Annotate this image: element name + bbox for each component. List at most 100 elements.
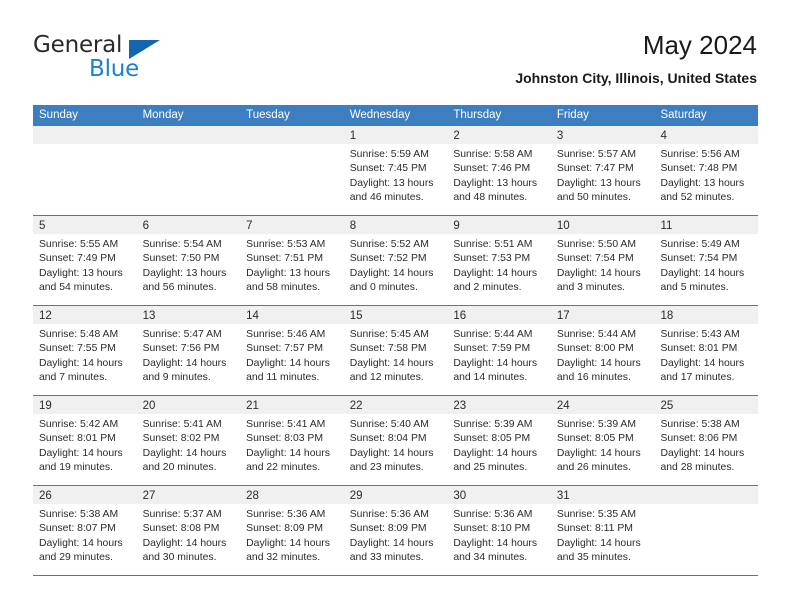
calendar-day-cell[interactable]: 19 Sunrise: 5:42 AM Sunset: 8:01 PM Dayligh… <box>33 396 137 485</box>
calendar-day-cell[interactable]: 24 Sunrise: 5:39 AM Sunset: 8:05 PM Dayligh… <box>550 396 655 485</box>
calendar-day-cell[interactable]: 12 Sunrise: 5:48 AM Sunset: 7:55 PM Dayligh… <box>33 306 137 395</box>
calendar-day-cell[interactable]: 15 Sunrise: 5:45 AM Sunset: 7:58 PM Dayligh… <box>343 306 448 395</box>
daylight-text: Daylight: 14 hours and 11 minutes. <box>246 357 330 383</box>
sunset-text: Sunset: 7:51 PM <box>246 253 323 265</box>
day-number-band: 3 <box>550 126 655 144</box>
calendar-day-cell[interactable]: 8 Sunrise: 5:52 AM Sunset: 7:52 PM Daylight… <box>343 216 448 305</box>
calendar-day-cell[interactable]: 31 Sunrise: 5:35 AM Sunset: 8:11 PM Dayligh… <box>550 486 655 575</box>
calendar-day-cell[interactable]: 22 Sunrise: 5:40 AM Sunset: 8:04 PM Dayligh… <box>343 396 448 485</box>
sunrise-text: Sunrise: 5:45 AM <box>349 329 429 340</box>
daylight-text: Daylight: 14 hours and 16 minutes. <box>556 357 641 383</box>
calendar-day-cell[interactable]: 20 Sunrise: 5:41 AM Sunset: 8:02 PM Dayligh… <box>136 396 241 485</box>
sunrise-text: Sunrise: 5:56 AM <box>660 149 740 160</box>
sunset-text: Sunset: 8:05 PM <box>556 433 634 445</box>
sunrise-text: Sunrise: 5:44 AM <box>556 329 637 340</box>
day-number: 7 <box>246 220 253 232</box>
day-number-band: 26 <box>33 486 137 504</box>
calendar-day-cell[interactable]: 7 Sunrise: 5:53 AM Sunset: 7:51 PM Daylight… <box>240 216 344 305</box>
daylight-text: Daylight: 13 hours and 52 minutes. <box>660 177 745 203</box>
day-details: Sunrise: 5:49 AM Sunset: 7:54 PM Daylight:… <box>654 234 758 301</box>
calendar-day-cell[interactable]: 29 Sunrise: 5:36 AM Sunset: 8:09 PM Dayligh… <box>343 486 448 575</box>
sunset-text: Sunset: 8:09 PM <box>246 523 323 535</box>
calendar-day-cell[interactable]: 16 Sunrise: 5:44 AM Sunset: 7:59 PM Dayligh… <box>447 306 551 395</box>
sunrise-text: Sunrise: 5:41 AM <box>246 419 326 430</box>
calendar-day-cell[interactable]: 17 Sunrise: 5:44 AM Sunset: 8:00 PM Dayligh… <box>550 306 655 395</box>
sunset-text: Sunset: 7:58 PM <box>349 343 427 355</box>
calendar-day-cell-empty <box>240 126 344 215</box>
calendar-day-cell[interactable]: 30 Sunrise: 5:36 AM Sunset: 8:10 PM Dayligh… <box>447 486 551 575</box>
sunset-text: Sunset: 7:59 PM <box>453 343 531 355</box>
day-details <box>137 144 241 154</box>
daylight-text: Daylight: 13 hours and 48 minutes. <box>453 177 538 203</box>
calendar-day-cell[interactable]: 9 Sunrise: 5:51 AM Sunset: 7:53 PM Daylight… <box>447 216 551 305</box>
calendar-day-cell[interactable]: 4 Sunrise: 5:56 AM Sunset: 7:48 PM Daylight… <box>654 126 759 215</box>
day-number: 2 <box>453 130 460 142</box>
daylight-text: Daylight: 14 hours and 9 minutes. <box>142 357 227 383</box>
sunset-text: Sunset: 7:49 PM <box>39 253 116 265</box>
day-number: 20 <box>142 400 156 412</box>
day-number-band: 14 <box>240 306 344 324</box>
day-number: 26 <box>39 490 52 502</box>
daylight-text: Daylight: 14 hours and 3 minutes. <box>556 267 641 293</box>
sunset-text: Sunset: 7:52 PM <box>349 253 427 265</box>
calendar-day-cell[interactable]: 27 Sunrise: 5:37 AM Sunset: 8:08 PM Dayligh… <box>136 486 241 575</box>
sunrise-text: Sunrise: 5:36 AM <box>453 509 533 520</box>
calendar-day-cell[interactable]: 10 Sunrise: 5:50 AM Sunset: 7:54 PM Dayligh… <box>550 216 655 305</box>
calendar-day-cell[interactable]: 5 Sunrise: 5:55 AM Sunset: 7:49 PM Daylight… <box>33 216 137 305</box>
calendar-day-cell-empty <box>136 126 241 215</box>
sunset-text: Sunset: 7:57 PM <box>246 343 323 355</box>
daylight-text: Daylight: 14 hours and 30 minutes. <box>142 537 227 563</box>
sunset-text: Sunset: 8:06 PM <box>660 433 738 445</box>
calendar-day-cell[interactable]: 14 Sunrise: 5:46 AM Sunset: 7:57 PM Dayligh… <box>240 306 344 395</box>
day-number-band: 24 <box>550 396 655 414</box>
day-number: 13 <box>142 310 156 322</box>
calendar-day-cell[interactable]: 11 Sunrise: 5:49 AM Sunset: 7:54 PM Dayligh… <box>654 216 759 305</box>
calendar-day-cell[interactable]: 3 Sunrise: 5:57 AM Sunset: 7:47 PM Daylight… <box>550 126 655 215</box>
day-number: 10 <box>556 220 570 232</box>
sunset-text: Sunset: 7:55 PM <box>39 343 116 355</box>
day-details: Sunrise: 5:36 AM Sunset: 8:09 PM Daylight:… <box>344 504 448 571</box>
general-blue-logo[interactable]: General Blue <box>33 32 263 88</box>
calendar-day-cell[interactable]: 23 Sunrise: 5:39 AM Sunset: 8:05 PM Dayligh… <box>447 396 551 485</box>
daylight-text: Daylight: 14 hours and 33 minutes. <box>349 537 434 563</box>
calendar-day-cell[interactable]: 25 Sunrise: 5:38 AM Sunset: 8:06 PM Dayligh… <box>654 396 759 485</box>
day-details: Sunrise: 5:52 AM Sunset: 7:52 PM Daylight:… <box>344 234 448 301</box>
sunset-text: Sunset: 8:11 PM <box>556 523 633 535</box>
day-number-band: 9 <box>447 216 551 234</box>
day-number-band: 1 <box>343 126 448 144</box>
calendar-day-cell[interactable]: 28 Sunrise: 5:36 AM Sunset: 8:09 PM Dayligh… <box>240 486 344 575</box>
calendar-grid: Sunday Monday Tuesday Wednesday Thursday Frid… <box>33 105 759 576</box>
day-number: 22 <box>349 400 363 412</box>
calendar-day-cell[interactable]: 21 Sunrise: 5:41 AM Sunset: 8:03 PM Dayligh… <box>240 396 344 485</box>
daylight-text: Daylight: 14 hours and 32 minutes. <box>246 537 330 563</box>
day-number-band <box>654 486 759 504</box>
day-details: Sunrise: 5:44 AM Sunset: 7:59 PM Daylight:… <box>447 324 551 391</box>
day-details: Sunrise: 5:46 AM Sunset: 7:57 PM Daylight:… <box>240 324 344 391</box>
daylight-text: Daylight: 13 hours and 54 minutes. <box>39 267 123 293</box>
calendar-day-cell[interactable]: 18 Sunrise: 5:43 AM Sunset: 8:01 PM Dayligh… <box>654 306 759 395</box>
sunset-text: Sunset: 8:01 PM <box>39 433 116 445</box>
day-details <box>33 144 137 154</box>
calendar-day-cell[interactable]: 13 Sunrise: 5:47 AM Sunset: 7:56 PM Dayligh… <box>136 306 241 395</box>
calendar-day-cell[interactable]: 2 Sunrise: 5:58 AM Sunset: 7:46 PM Daylight… <box>447 126 551 215</box>
sunrise-text: Sunrise: 5:36 AM <box>349 509 429 520</box>
day-details: Sunrise: 5:51 AM Sunset: 7:53 PM Daylight:… <box>447 234 551 301</box>
sunrise-text: Sunrise: 5:51 AM <box>453 239 533 250</box>
calendar-week-row: 5 Sunrise: 5:55 AM Sunset: 7:49 PM Daylight… <box>33 216 759 306</box>
day-number: 5 <box>39 220 46 232</box>
day-details: Sunrise: 5:40 AM Sunset: 8:04 PM Daylight:… <box>344 414 448 481</box>
title-block: May 2024 Johnston City, Illinois, United… <box>515 30 757 86</box>
day-details: Sunrise: 5:38 AM Sunset: 8:07 PM Daylight:… <box>33 504 137 571</box>
day-number: 15 <box>349 310 363 322</box>
calendar-day-cell[interactable]: 26 Sunrise: 5:38 AM Sunset: 8:07 PM Dayligh… <box>33 486 137 575</box>
weekday-header-saturday: Saturday <box>660 109 707 121</box>
day-number: 18 <box>660 310 674 322</box>
calendar-day-cell[interactable]: 1 Sunrise: 5:59 AM Sunset: 7:45 PM Daylight… <box>343 126 448 215</box>
sunrise-text: Sunrise: 5:43 AM <box>660 329 740 340</box>
page-header: General Blue May 2024 Johnston City, Ill… <box>33 30 757 98</box>
day-number-band <box>33 126 137 144</box>
day-details: Sunrise: 5:37 AM Sunset: 8:08 PM Daylight:… <box>137 504 241 571</box>
day-number: 6 <box>142 220 149 232</box>
calendar-week-row: 12 Sunrise: 5:48 AM Sunset: 7:55 PM Dayligh… <box>33 306 759 396</box>
calendar-day-cell[interactable]: 6 Sunrise: 5:54 AM Sunset: 7:50 PM Daylight… <box>136 216 241 305</box>
